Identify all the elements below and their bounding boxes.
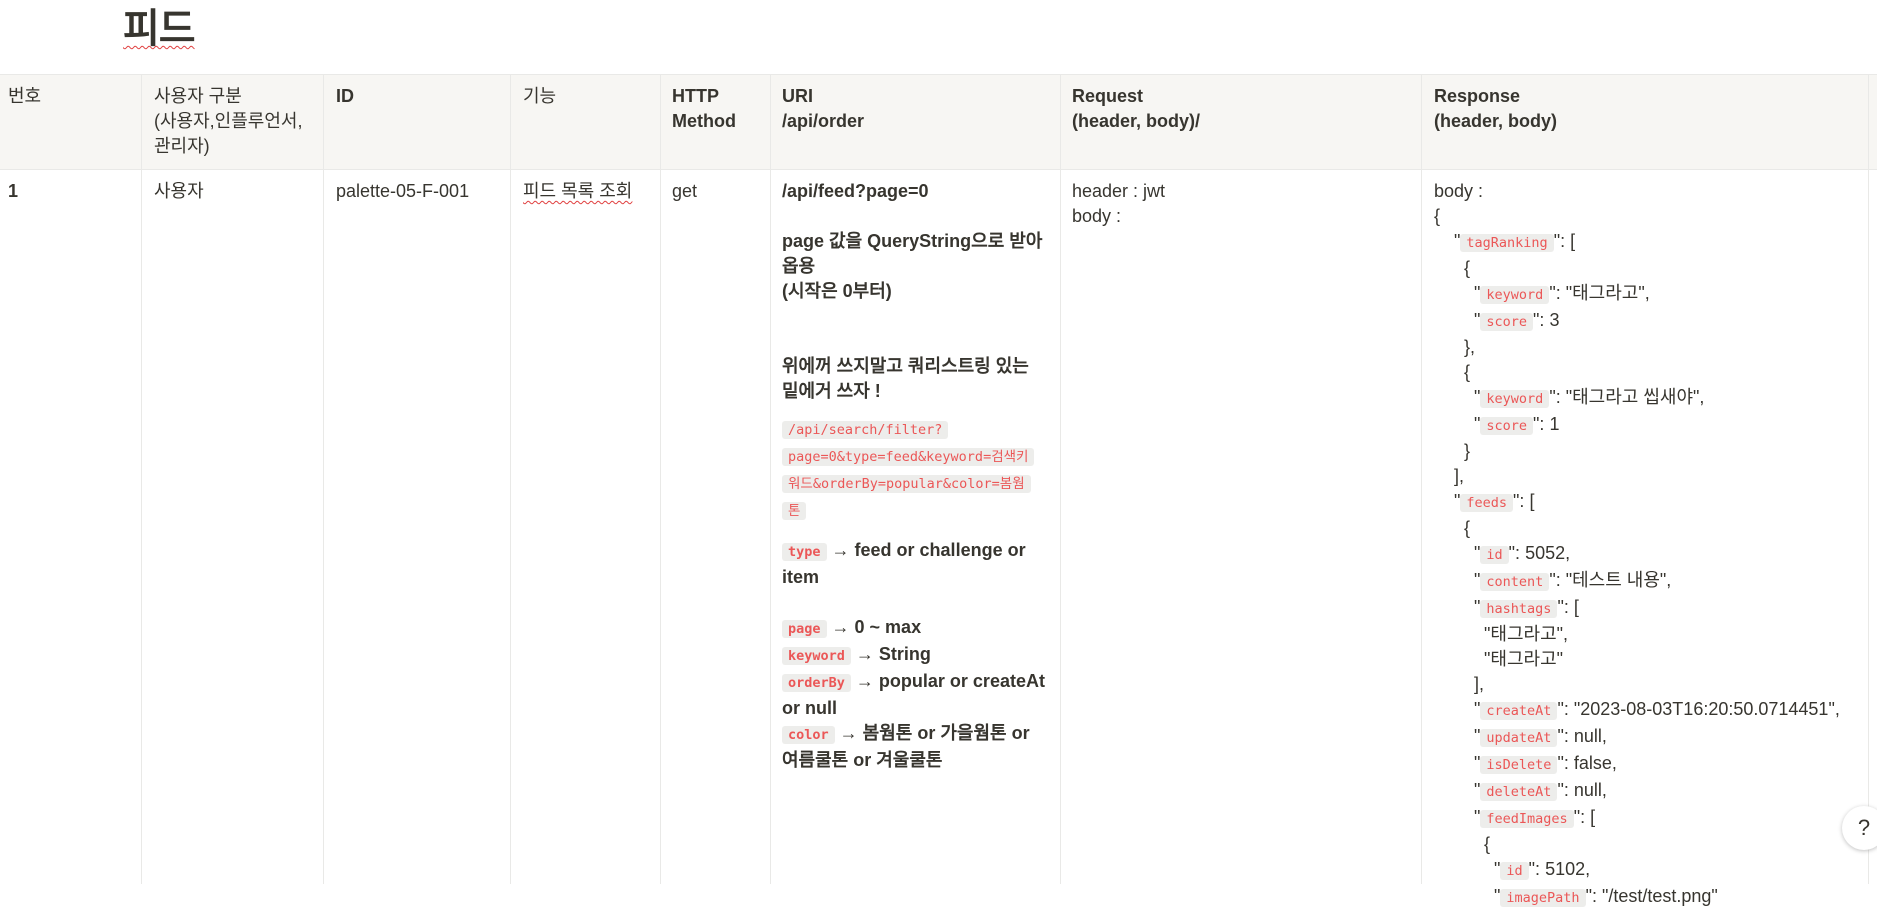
request-body: body : [1072, 206, 1122, 226]
json-line: " isDelete ": false, [1434, 753, 1617, 774]
json-line: " score ": 3 [1434, 310, 1560, 331]
json-line: } [1434, 441, 1471, 461]
header-id: ID [336, 86, 354, 106]
json-line: ], [1434, 466, 1465, 486]
json-line: " feeds ": [ [1434, 491, 1535, 512]
json-line: " hashtags ": [ [1434, 597, 1579, 618]
json-line: { [1434, 518, 1471, 538]
json-line: " deleteAt ": null, [1434, 780, 1607, 801]
json-line: " updateAt ": null, [1434, 726, 1607, 747]
request-header: header : jwt [1072, 181, 1166, 201]
uri-note-use-below: 위에꺼 쓰지말고 쿼리스트링 있는 밑에거 쓰자 ! [782, 356, 1029, 401]
json-line: " createAt ": "2023-08-03T16:20:50.0714451… [1434, 699, 1840, 720]
json-line: "태그라고", [1484, 624, 1569, 644]
row-response: body : { " tagRanking ": [ { " keyword ": "태… [1434, 179, 1864, 911]
json-line: " content ": "테스트 내용", [1434, 570, 1672, 591]
row-feature: 피드 목록 조회 [523, 181, 633, 201]
uri-filter-endpoint: /api/search/filter? page=0&type=feed&key… [782, 416, 1048, 524]
response-body-label: body : [1434, 181, 1484, 201]
row-uri: /api/feed?page=0 page 값을 QueryString으로 받… [782, 179, 1048, 773]
json-line: ], [1434, 674, 1485, 694]
json-line: }, [1434, 337, 1476, 357]
json-line: " keyword ": "태그라고", [1434, 283, 1650, 304]
param-type: type → feed or challenge or item [782, 540, 1026, 587]
header-feature: 기능 [523, 86, 557, 106]
json-line: " keyword ": "태그라고 씹새야", [1434, 387, 1705, 408]
json-line: " tagRanking ": [ [1434, 231, 1576, 252]
param-color: color → 봄웜톤 or 가을웜톤 or 여름쿨톤 or 겨울쿨톤 [782, 723, 1030, 770]
header-user-type: 사용자 구분 (사용자,인플루언서, 관리자) [154, 86, 303, 156]
uri-note-querystring: page 값을 QueryString으로 받아옵용 [782, 231, 1043, 276]
param-keyword: keyword → String [782, 642, 1048, 669]
header-number: 번호 [8, 86, 42, 106]
param-page: page → 0 ~ max [782, 615, 1048, 642]
row-request: header : jwt body : [1072, 179, 1165, 229]
row-method: get [672, 181, 698, 201]
uri-path: /api/feed?page=0 [782, 181, 929, 201]
row-id: palette-05-F-001 [336, 181, 470, 201]
json-line: " imagePath ": "/test/test.png" [1434, 886, 1718, 907]
page-title: 피드 [123, 7, 196, 51]
json-line: "태그라고" [1484, 649, 1564, 669]
json-line: " id ": 5052, [1434, 543, 1571, 564]
row-user-type: 사용자 [154, 181, 204, 201]
json-line: { [1434, 362, 1471, 382]
header-http-method: HTTP Method [672, 86, 736, 131]
json-line: { [1434, 834, 1491, 854]
header-response: Response (header, body) [1434, 86, 1558, 131]
json-line: " feedImages ": [ [1434, 807, 1596, 828]
header-uri: URI /api/order [782, 86, 865, 131]
json-line: { [1434, 258, 1471, 278]
json-line: { [1434, 206, 1441, 226]
header-request: Request (header, body)/ [1072, 86, 1201, 131]
param-orderby: orderBy → popular or createAt or null [782, 671, 1045, 718]
uri-note-start: (시작은 0부터) [782, 281, 892, 301]
json-line: " score ": 1 [1434, 414, 1560, 435]
row-number: 1 [8, 181, 19, 201]
